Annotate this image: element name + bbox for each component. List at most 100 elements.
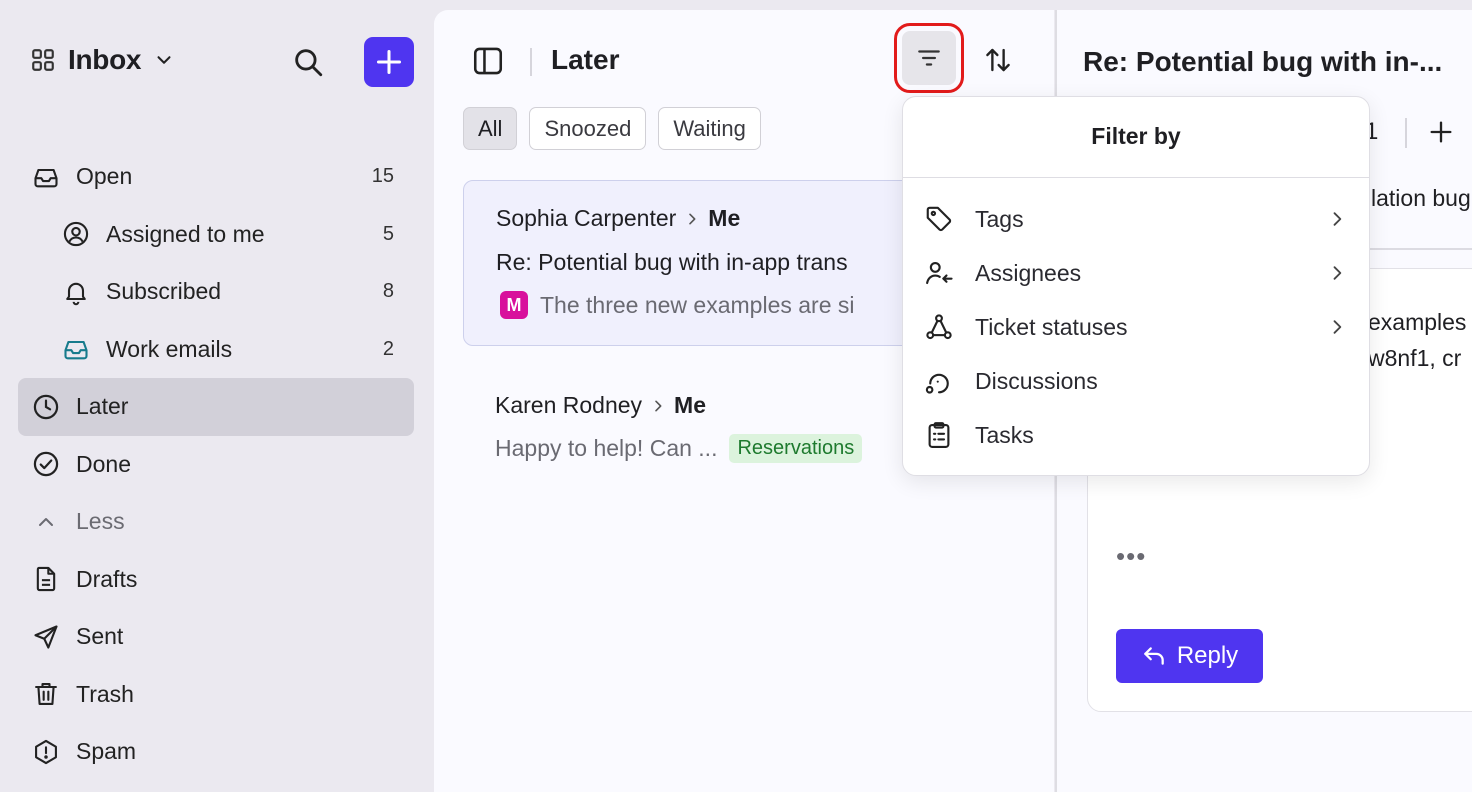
sidebar-header: Inbox [0,0,434,120]
chevron-up-icon [32,508,60,536]
sidebar-toggle-button[interactable] [470,43,506,79]
sidebar-item-count: 2 [382,337,394,360]
user-circle-icon [62,220,90,248]
sidebar-item-sent[interactable]: Sent [18,608,414,666]
page-title: Later [551,44,620,75]
reply-button[interactable]: Reply [1116,629,1263,683]
plus-icon [1427,118,1455,146]
conversation-subtitle: lation bug [1371,185,1471,211]
sidebar-item-count: 15 [371,165,394,188]
chip-snoozed[interactable]: Snoozed [529,107,647,150]
filter-option-tasks[interactable]: Tasks [903,408,1369,462]
conversation-participants: Karen Rodney Me [495,392,706,419]
sidebar-item-label: Later [76,393,129,420]
recipient-name: Me [708,205,741,231]
compose-button[interactable] [364,37,414,87]
sidebar-item-assigned-to-me[interactable]: Assigned to me 5 [18,206,414,264]
reply-arrow-icon [1141,643,1167,669]
sidebar-item-count: 8 [382,280,394,303]
sidebar-item-label: Trash [76,680,134,707]
sort-arrows-icon [983,45,1013,75]
sidebar-item-later[interactable]: Later [18,378,414,436]
filter-option-label: Ticket statuses [975,313,1128,340]
sidebar-panel-icon [471,44,505,78]
filter-option-tags[interactable]: Tags [903,192,1369,246]
sidebar-item-label: Assigned to me [106,220,265,247]
ticket-status-icon [923,311,955,343]
trash-icon [32,680,60,708]
file-icon [32,565,60,593]
sidebar-item-label: Open [76,163,133,190]
sidebar: Inbox Open 15 Assigned to me 5 Subscribe… [0,0,434,792]
check-circle-icon [32,450,60,478]
conversation-item[interactable]: Sophia Carpenter Me Re: Potential bug wi… [463,180,933,346]
divider [530,48,532,76]
sidebar-item-label: Less [76,508,125,535]
chevron-right-icon [684,211,700,227]
filter-icon [916,45,942,71]
conversation-snippet-row: Happy to help! Can ... Reservations [495,434,863,463]
filter-button[interactable] [894,23,964,93]
sidebar-item-trash[interactable]: Trash [18,666,414,724]
filter-menu-list: Tags Assignees Ticket statuses Discussio… [903,192,1369,462]
sidebar-item-label: Subscribed [106,278,222,305]
sidebar-item-label: Drafts [76,565,138,592]
workspace-switcher[interactable]: Inbox [30,44,175,76]
sidebar-nav: Open 15 Assigned to me 5 Subscribed 8 Wo… [18,148,414,781]
chip-waiting[interactable]: Waiting [658,107,761,150]
send-icon [32,623,60,651]
sidebar-item-spam[interactable]: Spam [18,723,414,781]
filter-option-ticket-statuses[interactable]: Ticket statuses [903,300,1369,354]
sidebar-item-work-emails[interactable]: Work emails 2 [18,321,414,379]
filter-option-label: Tasks [975,421,1034,448]
dropdown-title: Filter by [1091,123,1181,149]
plus-icon [375,48,403,76]
conversation-snippet: The three new examples are si [540,291,855,318]
add-button[interactable] [1427,118,1455,146]
sidebar-item-open[interactable]: Open 15 [18,148,414,206]
sidebar-item-done[interactable]: Done [18,436,414,494]
divider [1405,118,1407,148]
filter-option-discussions[interactable]: Discussions [903,354,1369,408]
chevron-down-icon [153,49,175,71]
bell-icon [62,278,90,306]
sidebar-item-less[interactable]: Less [18,493,414,551]
sender-name: Karen Rodney [495,392,643,418]
tag-badge: Reservations [729,434,863,463]
chevron-right-icon [1327,317,1347,337]
reply-label: Reply [1176,642,1239,669]
chevron-right-icon [650,398,666,414]
sidebar-item-label: Done [76,450,131,477]
clock-icon [32,393,60,421]
sidebar-item-subscribed[interactable]: Subscribed 8 [18,263,414,321]
filter-option-label: Assignees [975,259,1082,286]
filter-option-label: Discussions [975,367,1098,394]
alert-octagon-icon [32,738,60,766]
sender-name: Sophia Carpenter [496,205,677,231]
inbox-icon [32,163,60,191]
filter-option-assignees[interactable]: Assignees [903,246,1369,300]
sidebar-item-label: Work emails [106,335,233,362]
conversation-participants: Sophia Carpenter Me [496,205,740,232]
inbox-teal-icon [62,335,90,363]
filter-chips: All Snoozed Waiting [463,107,761,150]
recipient-name: Me [674,392,706,418]
clipboard-icon [923,419,955,451]
divider [903,177,1369,178]
filter-dropdown: Filter by Tags Assignees Ticket statuses… [902,96,1370,476]
conversation-title: Re: Potential bug with in-... [1083,46,1443,77]
chip-all[interactable]: All [463,107,518,150]
message-body-line: examples [1368,309,1467,335]
conversation-subject: Re: Potential bug with in-app trans [496,249,848,275]
discussion-icon [923,365,955,397]
chevron-right-icon [1327,263,1347,283]
conversation-item[interactable]: Karen Rodney Me Happy to help! Can ... R… [463,368,933,488]
search-icon [291,45,325,79]
message-body-line: w8nf1, cr [1368,345,1462,371]
search-button[interactable] [288,42,328,82]
grid-icon [30,47,56,73]
sort-button[interactable] [978,40,1018,80]
workspace-title: Inbox [68,44,142,75]
sidebar-item-drafts[interactable]: Drafts [18,551,414,609]
expand-quoted-button[interactable]: ••• [1116,541,1146,572]
